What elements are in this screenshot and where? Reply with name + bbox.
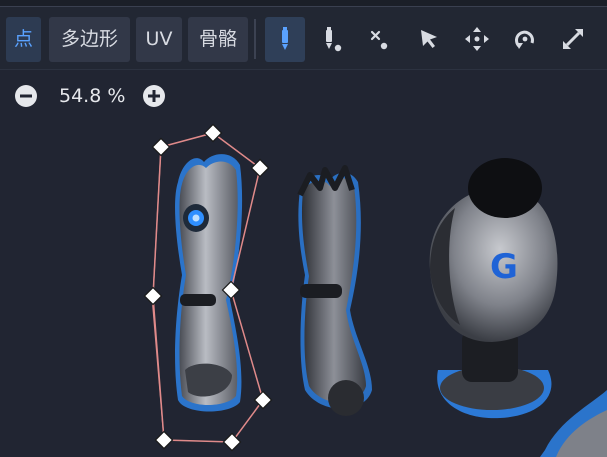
vertex-handle[interactable] <box>203 123 223 143</box>
zoom-out-button[interactable] <box>14 84 38 108</box>
vertex-handle[interactable] <box>154 430 174 450</box>
remove-point-tool-button[interactable] <box>360 17 400 62</box>
scale-icon <box>563 29 583 49</box>
add-point-tool-button[interactable] <box>312 17 352 62</box>
vertex-handle[interactable] <box>250 158 270 178</box>
robot-arm-sprite-middle <box>297 165 372 416</box>
polygon-editor-toolbar: 点 多边形 UV 骨骼 <box>0 7 607 70</box>
move-tool-button[interactable] <box>457 17 497 62</box>
zoom-level-label: 54.8 % <box>59 85 126 107</box>
rotate-icon <box>515 30 534 49</box>
move-icon <box>465 27 489 51</box>
toolbar-separator <box>254 19 256 59</box>
tab-points[interactable]: 点 <box>6 17 41 62</box>
tab-bones[interactable]: 骨骼 <box>188 17 248 62</box>
zoom-in-button[interactable] <box>142 84 166 108</box>
top-edge <box>0 0 607 7</box>
sprite-logo-letter: G <box>490 247 518 287</box>
rotate-tool-button[interactable] <box>505 17 545 62</box>
pen-icon <box>282 27 288 50</box>
vertex-handle[interactable] <box>222 432 242 452</box>
vertex-handle[interactable] <box>143 286 163 306</box>
pen-tool-button[interactable] <box>265 17 305 62</box>
remove-point-icon <box>370 30 388 50</box>
robot-body-sprite: G <box>429 158 607 457</box>
select-tool-button[interactable] <box>409 17 449 62</box>
scale-tool-button[interactable] <box>553 17 593 62</box>
vertex-handle[interactable] <box>151 137 171 157</box>
minus-circle-icon <box>15 85 37 107</box>
tab-uv[interactable]: UV <box>136 17 182 62</box>
vertex-handle[interactable] <box>253 390 273 410</box>
tab-polygon[interactable]: 多边形 <box>49 17 130 62</box>
add-point-pen-icon <box>326 27 342 52</box>
plus-circle-icon <box>143 85 165 107</box>
canvas-viewport[interactable]: G 54.8 % <box>0 70 607 457</box>
sprite-canvas: G <box>143 123 607 457</box>
select-arrow-icon <box>421 30 437 48</box>
